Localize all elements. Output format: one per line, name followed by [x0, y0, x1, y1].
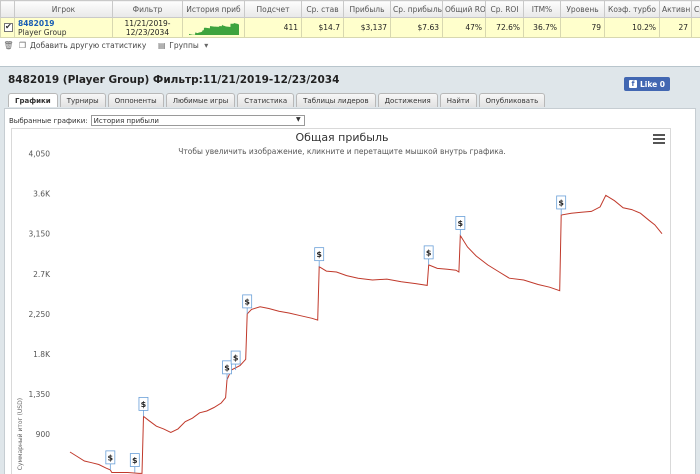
trash-icon[interactable]: 🗑 — [3, 41, 13, 50]
player-cell: 8482019 Player Group — [14, 17, 113, 38]
col-active[interactable]: Активн — [659, 0, 692, 18]
count-cell: 411 — [244, 17, 302, 38]
filter-cell: 11/21/2019- 12/23/2034 — [112, 17, 183, 38]
y-tick-label: 3,150 — [29, 230, 51, 239]
report-tabs: Графики Турниры Оппоненты Любимые игры Стати… — [8, 93, 546, 107]
tab-5[interactable]: Таблицы лидеров — [296, 93, 376, 107]
avg-roi-cell: 72.6% — [485, 17, 524, 38]
profit-history-cell — [182, 17, 245, 38]
chart-title: Общая прибыль — [296, 131, 389, 144]
tab-2[interactable]: Оппоненты — [107, 93, 164, 107]
col-profit[interactable]: Прибыль — [343, 0, 391, 18]
y-tick-label: 2,250 — [29, 310, 51, 319]
player-group-label: Player Group — [18, 27, 67, 37]
chart-menu-icon[interactable] — [653, 134, 665, 144]
extra-cell — [691, 17, 700, 38]
marker-label: $ — [141, 400, 147, 409]
avg-profit-cell: $7.63 — [390, 17, 443, 38]
tab-content: Выбранные графики: История прибыли ▼ Общ… — [4, 108, 696, 474]
col-avg-profit[interactable]: Ср. прибыль — [390, 0, 443, 18]
col-total-roi[interactable]: Общий ROI — [442, 0, 486, 18]
add-stats-label: Добавить другую статистику — [30, 41, 147, 50]
profit-cell: $3,137 — [343, 17, 391, 38]
tab-8[interactable]: Опубликовать — [478, 93, 546, 107]
marker-label: $ — [316, 250, 322, 259]
marker-label: $ — [108, 453, 114, 462]
stats-toolbar: 🗑 ❐ Добавить другую статистику ▤ Группы … — [0, 38, 700, 53]
facebook-like-button[interactable]: f Like 0 — [624, 77, 670, 91]
avg-stake-cell: $14.7 — [301, 17, 344, 38]
chart-selector-value: История прибыли — [93, 116, 159, 125]
profit-chart-svg: Общая прибыль Чтобы увеличить изображение… — [17, 131, 663, 474]
col-avg-roi[interactable]: Ср. ROI — [485, 0, 524, 18]
itm-cell: 36.7% — [523, 17, 561, 38]
col-profit-history[interactable]: История приб — [182, 0, 245, 18]
level-cell: 79 — [560, 17, 605, 38]
groups-label: Группы — [169, 41, 199, 50]
chart-selector-label: Выбранные графики: — [9, 116, 88, 125]
col-avg-extra[interactable]: Ср — [691, 0, 700, 18]
y-tick-label: 1,350 — [29, 390, 51, 399]
tab-6[interactable]: Достижения — [377, 93, 438, 107]
groups-button[interactable]: ▤ Группы ▾ — [157, 41, 211, 50]
filter-end: 12/23/2034 — [125, 27, 170, 37]
row-select-cell — [0, 17, 15, 38]
profit-sparkline[interactable] — [188, 20, 239, 35]
col-player[interactable]: Игрок — [14, 0, 113, 18]
chevron-down-icon: ▾ — [204, 41, 209, 50]
y-tick-label: 2.7K — [33, 270, 51, 279]
col-level[interactable]: Уровень — [560, 0, 605, 18]
chart-selector-dropdown[interactable]: История прибыли ▼ — [90, 115, 305, 126]
row-checkbox[interactable] — [4, 22, 13, 32]
marker-label: $ — [458, 219, 464, 228]
y-tick-label: 3.6K — [33, 190, 51, 199]
table-row: 8482019 Player Group 11/21/2019- 12/23/2… — [0, 17, 700, 38]
chart-subtitle: Чтобы увеличить изображение, кликните и … — [178, 147, 506, 156]
sparkline-area — [188, 23, 239, 35]
y-tick-label: 4,050 — [29, 149, 51, 158]
marker-label: $ — [132, 456, 138, 465]
col-count[interactable]: Подсчет — [244, 0, 302, 18]
folder-icon: ▤ — [157, 41, 166, 50]
marker-label: $ — [233, 354, 239, 363]
marker-label: $ — [244, 297, 250, 306]
col-avg-stake[interactable]: Ср. став — [301, 0, 344, 18]
stats-header-row: Игрок Фильтр История приб Подсчет Ср. ст… — [0, 0, 700, 18]
filter-start: 11/21/2019- — [124, 18, 171, 28]
y-tick-label: 900 — [36, 430, 51, 439]
stats-table: Игрок Фильтр История приб Подсчет Ср. ст… — [0, 0, 700, 38]
col-itm[interactable]: ITM% — [523, 0, 561, 18]
copy-icon: ❐ — [18, 41, 27, 50]
total-roi-cell: 47% — [442, 17, 486, 38]
tab-0[interactable]: Графики — [8, 93, 58, 107]
tab-4[interactable]: Статистика — [237, 93, 295, 107]
marker-label: $ — [426, 248, 432, 257]
add-stats-button[interactable]: ❐ Добавить другую статистику — [18, 41, 146, 50]
col-turbo-ratio[interactable]: Коэф. турбо — [604, 0, 660, 18]
player-id-link[interactable]: 8482019 — [18, 19, 109, 28]
dropdown-arrow-icon: ▼ — [296, 116, 301, 123]
facebook-icon: f — [628, 80, 637, 88]
y-axis-label: Суммарный итог (USD) — [17, 398, 24, 470]
active-cell: 27 — [659, 17, 692, 38]
col-select — [0, 0, 15, 18]
facebook-like-label: Like 0 — [639, 79, 666, 89]
col-filter[interactable]: Фильтр — [112, 0, 183, 18]
profit-chart[interactable]: Общая прибыль Чтобы увеличить изображение… — [11, 128, 671, 474]
report-panel: 8482019 (Player Group) Фильтр:11/21/2019… — [0, 66, 700, 474]
chart-selector-row: Выбранные графики: История прибыли ▼ — [9, 115, 305, 126]
turbo-ratio-cell: 10.2% — [604, 17, 660, 38]
y-tick-label: 1.8K — [33, 350, 51, 359]
marker-label: $ — [224, 363, 230, 372]
series-line — [69, 194, 663, 474]
tab-1[interactable]: Турниры — [59, 93, 106, 107]
tab-7[interactable]: Найти — [439, 93, 477, 107]
marker-label: $ — [558, 198, 564, 207]
tab-3[interactable]: Любимые игры — [165, 93, 236, 107]
page-title: 8482019 (Player Group) Фильтр:11/21/2019… — [8, 74, 340, 86]
